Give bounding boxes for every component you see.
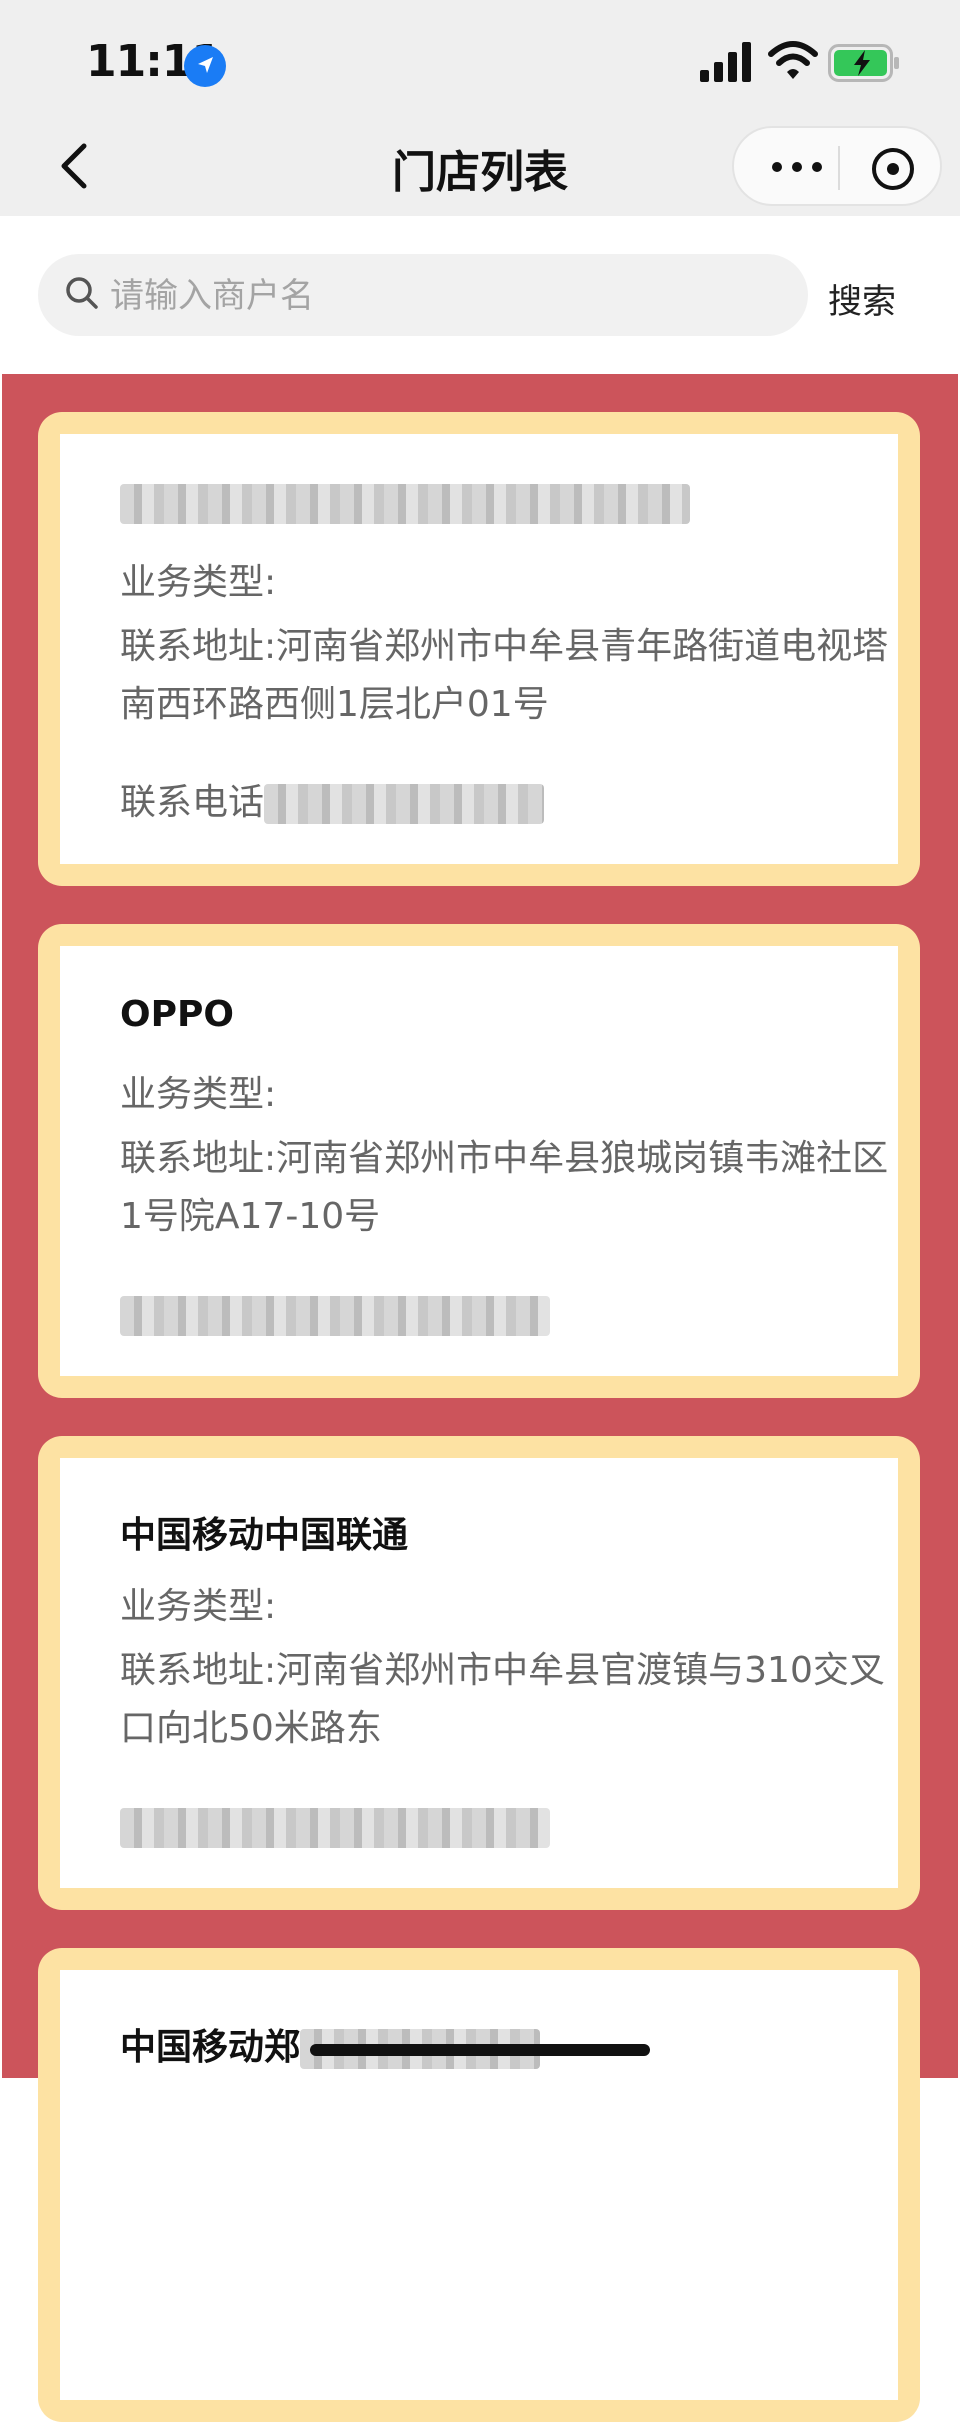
cellular-signal-icon (700, 42, 751, 82)
business-type: 业务类型: (120, 562, 277, 603)
store-phone (120, 1798, 900, 1856)
search-icon (66, 277, 98, 309)
more-options-icon[interactable] (762, 144, 832, 190)
store-card-body: OPPO 业务类型: 联系地址:河南省郑州市中牟县狼城岗镇韦滩社区1号院A17-… (60, 946, 898, 1376)
business-type: 业务类型: (120, 1586, 277, 1627)
location-arrow-icon (184, 45, 226, 87)
home-indicator[interactable] (310, 2044, 650, 2056)
mini-program-capsule (732, 126, 942, 206)
search-box (38, 254, 808, 338)
close-circle-icon[interactable] (868, 144, 918, 194)
store-card[interactable]: 中国移动中国联通 业务类型: 联系地址:河南省郑州市中牟县官渡镇与310交叉口向… (38, 1436, 920, 1910)
store-card-body: 中国移动中国联通 业务类型: 联系地址:河南省郑州市中牟县官渡镇与310交叉口向… (60, 1458, 898, 1888)
search-bar: 搜索 (0, 216, 960, 374)
battery-charging-icon (828, 44, 899, 82)
store-name: OPPO (120, 994, 234, 1035)
store-card[interactable]: OPPO 业务类型: 联系地址:河南省郑州市中牟县狼城岗镇韦滩社区1号院A17-… (38, 924, 920, 1398)
store-card[interactable]: 业务类型: 联系地址:河南省郑州市中牟县青年路街道电视塔南西环路西侧1层北户01… (38, 412, 920, 886)
status-bar: 11:11 (0, 0, 960, 118)
wifi-icon (768, 41, 818, 79)
redacted-store-name (120, 484, 690, 524)
store-card-body: 业务类型: 联系地址:河南省郑州市中牟县青年路街道电视塔南西环路西侧1层北户01… (60, 434, 898, 864)
store-address: 联系地址:河南省郑州市中牟县官渡镇与310交叉口向北50米路东 (120, 1650, 885, 1749)
store-phone (120, 1286, 900, 1344)
redacted-phone (264, 784, 545, 824)
store-address: 联系地址:河南省郑州市中牟县青年路街道电视塔南西环路西侧1层北户01号 (120, 626, 889, 725)
business-type: 业务类型: (120, 1074, 277, 1115)
store-card-body: 中国移动郑 (60, 1970, 898, 2400)
store-phone: 联系电话 (120, 774, 900, 832)
redacted-phone (120, 1808, 550, 1848)
search-button[interactable]: 搜索 (828, 274, 896, 323)
store-card[interactable]: 中国移动郑 (38, 1948, 920, 2422)
store-name (120, 482, 690, 524)
store-name: 中国移动中国联通 (120, 1515, 409, 1556)
redacted-phone (120, 1296, 550, 1336)
merchant-search-input[interactable] (108, 254, 792, 338)
capsule-divider (838, 146, 840, 190)
store-address: 联系地址:河南省郑州市中牟县狼城岗镇韦滩社区1号院A17-10号 (120, 1138, 889, 1237)
nav-bar: 门店列表 (0, 118, 960, 216)
